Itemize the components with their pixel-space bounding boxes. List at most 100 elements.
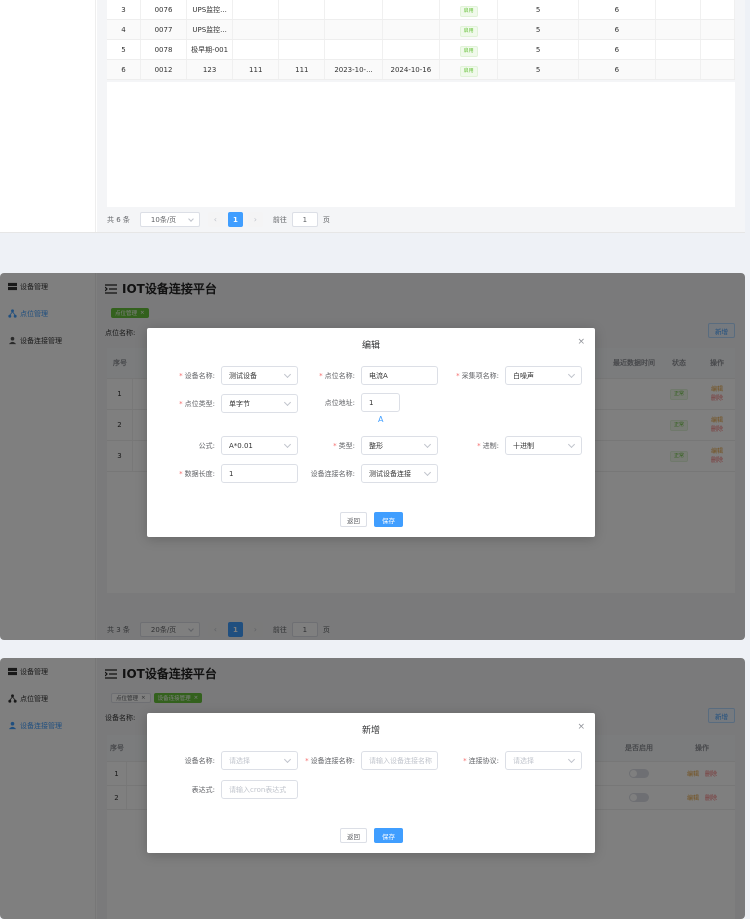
radix-select[interactable]: 十进制 xyxy=(505,436,582,455)
data-table: 3 0076 UPS监控... 启用 5 6 4 0077 UPS监控... 启用 5 6 5 0078 极… xyxy=(107,0,735,80)
table-row: 6 0012 123 111 111 2023-10-... 2024-10-16 启用 5 6 xyxy=(107,60,735,80)
table-cell xyxy=(656,0,702,19)
type-select[interactable]: 整形 xyxy=(361,436,438,455)
table-cell: 2023-10-... xyxy=(325,60,383,79)
table-cell: 5 xyxy=(498,0,579,19)
table-cell xyxy=(279,0,326,19)
prev-page-button[interactable]: ‹ xyxy=(207,212,223,227)
cron-field: 表达式: 请输入cron表达式 xyxy=(147,780,298,799)
point-type-field: * 点位类型: 单字节 xyxy=(147,394,298,413)
table-cell: 5 xyxy=(498,20,579,39)
table-empty-area xyxy=(107,82,735,207)
table-cell: 3 xyxy=(107,0,141,19)
data-length-field: * 数据长度: 1 xyxy=(147,464,298,483)
back-button[interactable]: 返回 xyxy=(340,828,367,843)
chevron-down-icon xyxy=(188,216,194,222)
status-badge-cell: 启用 xyxy=(440,20,499,39)
table-cell: 5 xyxy=(498,40,579,59)
table-cell xyxy=(656,20,702,39)
table-cell: 0077 xyxy=(141,20,188,39)
point-management-screen: 设备管理 点位管理 设备连接管理 IOT设备连接平台 点位管理× 点位名称: 新… xyxy=(0,273,745,640)
table-cell: UPS监控... xyxy=(187,20,234,39)
device-name-field: * 设备名称: 测试设备 xyxy=(147,366,298,385)
connection-name-field: 设备连接名称: 测试设备连接 xyxy=(287,464,438,483)
pagination-total: 共 6 条 xyxy=(107,215,130,224)
table-cell: 4 xyxy=(107,20,141,39)
table-cell xyxy=(701,0,735,19)
table-cell xyxy=(279,40,326,59)
status-badge-cell: 启用 xyxy=(440,40,499,59)
status-badge-cell: 启用 xyxy=(440,0,499,19)
radix-field: * 进制: 十进制 xyxy=(431,436,582,455)
point-address-input[interactable]: 1 xyxy=(361,393,400,412)
point-address-field: 点位地址: 1 xyxy=(287,393,400,412)
device-name-field: 设备名称: 请选择 xyxy=(147,751,298,770)
table-cell xyxy=(656,40,702,59)
point-list-screen: 3 0076 UPS监控... 启用 5 6 4 0077 UPS监控... 启用 5 6 5 0078 极… xyxy=(0,0,745,233)
connection-management-screen: 设备管理 点位管理 设备连接管理 IOT设备连接平台 点位管理× 设备连接管理×… xyxy=(0,658,745,919)
table-cell: 6 xyxy=(579,20,656,39)
status-badge-cell: 启用 xyxy=(440,60,499,79)
modal-title: 新增 xyxy=(361,726,380,736)
connection-name-input[interactable]: 请输入设备连接名称 xyxy=(361,751,438,770)
table-cell xyxy=(701,60,735,79)
save-button[interactable]: 保存 xyxy=(374,828,403,843)
table-cell: 6 xyxy=(579,0,656,19)
table-cell xyxy=(325,0,383,19)
protocol-field: * 连接协议: 请选择 xyxy=(431,751,582,770)
table-cell: 111 xyxy=(233,60,280,79)
table-cell: 123 xyxy=(187,60,234,79)
table-cell xyxy=(233,20,280,39)
back-button[interactable]: 返回 xyxy=(340,512,367,527)
cron-input[interactable]: 请输入cron表达式 xyxy=(221,780,298,799)
table-row: 5 0078 极早期-001 启用 5 6 xyxy=(107,40,735,60)
save-button[interactable]: 保存 xyxy=(374,512,403,527)
close-icon[interactable]: × xyxy=(577,722,585,732)
connection-name-field: * 设备连接名称: 请输入设备连接名称 xyxy=(287,751,438,770)
table-cell: 0012 xyxy=(141,60,188,79)
status-badge: 启用 xyxy=(459,66,478,77)
table-cell xyxy=(325,40,383,59)
sidebar xyxy=(0,0,96,232)
status-badge: 启用 xyxy=(459,6,478,17)
status-badge: 启用 xyxy=(459,46,478,57)
protocol-select[interactable]: 请选择 xyxy=(505,751,582,770)
page-size-select[interactable]: 10条/页 xyxy=(139,212,200,227)
table-cell: 6 xyxy=(579,40,656,59)
point-name-field: * 点位名称: 电流A xyxy=(287,366,438,385)
goto-label: 前往 xyxy=(272,215,287,224)
table-cell xyxy=(233,0,280,19)
add-modal: 新增 × 设备名称: 请选择 * 设备连接名称: 请输入设备连接名称 * 连接协议:… xyxy=(147,713,595,853)
table-cell xyxy=(701,20,735,39)
edit-modal: 编辑 × * 设备名称: 测试设备 * 点位名称: 电流A * 采集项名称: 白噪声 … xyxy=(147,328,595,537)
table-cell xyxy=(279,20,326,39)
table-cell xyxy=(325,20,383,39)
point-name-input[interactable]: 电流A xyxy=(361,366,438,385)
table-cell: 2024-10-16 xyxy=(383,60,441,79)
formula-field: 公式: A*0.01 xyxy=(147,436,298,455)
table-cell xyxy=(656,60,702,79)
main-content: 3 0076 UPS监控... 启用 5 6 4 0077 UPS监控... 启用 5 6 5 0078 极… xyxy=(97,0,745,232)
page-number-button[interactable]: 1 xyxy=(227,212,243,227)
table-cell: 5 xyxy=(107,40,141,59)
table-cell xyxy=(701,40,735,59)
table-cell xyxy=(383,0,441,19)
collect-name-field: * 采集项名称: 白噪声 xyxy=(431,366,582,385)
close-icon[interactable]: × xyxy=(577,337,585,347)
status-badge: 启用 xyxy=(459,26,478,37)
table-cell: UPS监控... xyxy=(187,0,234,19)
table-cell: 0078 xyxy=(141,40,188,59)
table-cell: 极早期-001 xyxy=(187,40,234,59)
table-row: 4 0077 UPS监控... 启用 5 6 xyxy=(107,20,735,40)
point-address-hint: A xyxy=(378,415,384,424)
goto-page-input[interactable]: 1 xyxy=(291,212,318,227)
table-cell: 0076 xyxy=(141,0,188,19)
table-cell: 6 xyxy=(579,60,656,79)
page-unit: 页 xyxy=(322,215,330,224)
table-row: 3 0076 UPS监控... 启用 5 6 xyxy=(107,0,735,20)
collect-name-select[interactable]: 白噪声 xyxy=(505,366,582,385)
table-cell: 111 xyxy=(279,60,326,79)
table-cell xyxy=(233,40,280,59)
next-page-button[interactable]: › xyxy=(247,212,263,227)
connection-name-select[interactable]: 测试设备连接 xyxy=(361,464,438,483)
